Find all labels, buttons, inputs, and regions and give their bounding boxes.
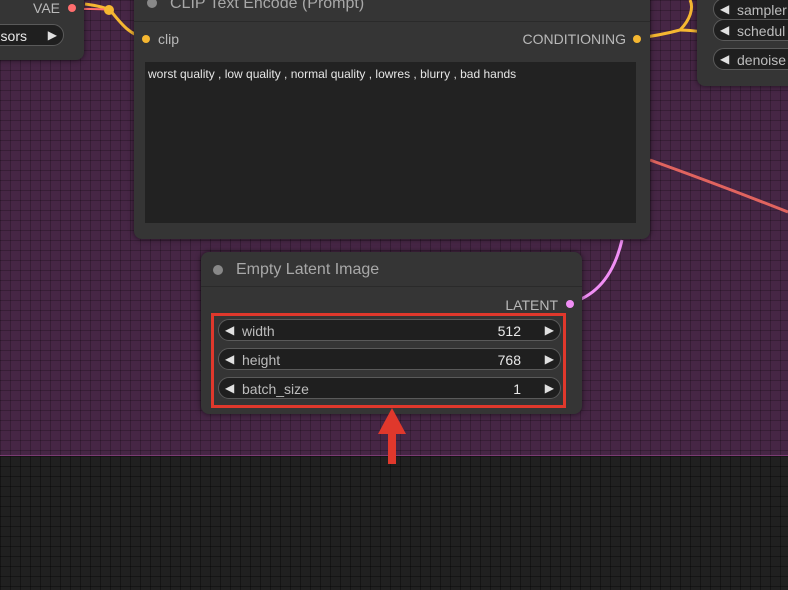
ksampler-node[interactable]: ◀ sampler ◀ schedul ◀ denoise bbox=[697, 0, 788, 86]
vae-output-label: VAE bbox=[33, 0, 60, 16]
collapse-dot-icon[interactable] bbox=[213, 265, 223, 275]
clip-text-encode-node[interactable]: CLIP Text Encode (Prompt) clip CONDITION… bbox=[134, 0, 650, 239]
vae-name-widget[interactable]: sors ▶ bbox=[0, 24, 64, 46]
clip-input-slot[interactable] bbox=[142, 35, 150, 43]
scheduler-label: schedul bbox=[737, 23, 786, 39]
graph-canvas[interactable]: VAE sors ▶ CLIP Text Encode (Prompt) cli… bbox=[0, 0, 788, 455]
node-title: Empty Latent Image bbox=[236, 261, 380, 278]
prev-icon[interactable]: ◀ bbox=[720, 52, 729, 66]
scheduler-widget[interactable]: ◀ schedul bbox=[713, 19, 788, 41]
prev-icon[interactable]: ◀ bbox=[720, 2, 729, 16]
clip-input-label: clip bbox=[158, 31, 180, 47]
latent-output-slot[interactable] bbox=[566, 300, 574, 308]
next-icon[interactable]: ▶ bbox=[48, 28, 57, 42]
denoise-widget[interactable]: ◀ denoise bbox=[713, 48, 788, 70]
vae-name-value: sors bbox=[0, 28, 27, 44]
title-divider bbox=[134, 21, 650, 22]
lower-panel bbox=[0, 456, 788, 590]
model-link bbox=[649, 158, 788, 214]
prompt-textarea[interactable]: worst quality , low quality , normal qua… bbox=[145, 62, 636, 223]
conditioning-output-label: CONDITIONING bbox=[522, 31, 626, 47]
latent-output-label: LATENT bbox=[505, 297, 558, 313]
up-arrow-icon bbox=[378, 408, 406, 464]
sampler-widget[interactable]: ◀ sampler bbox=[713, 0, 788, 20]
prev-icon[interactable]: ◀ bbox=[720, 23, 729, 37]
title-divider bbox=[201, 286, 582, 287]
conditioning-output-slot[interactable] bbox=[633, 35, 641, 43]
vae-output-slot[interactable] bbox=[68, 4, 76, 12]
denoise-label: denoise bbox=[737, 52, 787, 68]
vae-loader-node[interactable]: VAE sors ▶ bbox=[0, 0, 84, 60]
collapse-dot-icon[interactable] bbox=[147, 0, 157, 8]
highlight-box bbox=[211, 313, 566, 408]
node-title: CLIP Text Encode (Prompt) bbox=[170, 0, 365, 12]
sampler-label: sampler bbox=[737, 2, 787, 18]
